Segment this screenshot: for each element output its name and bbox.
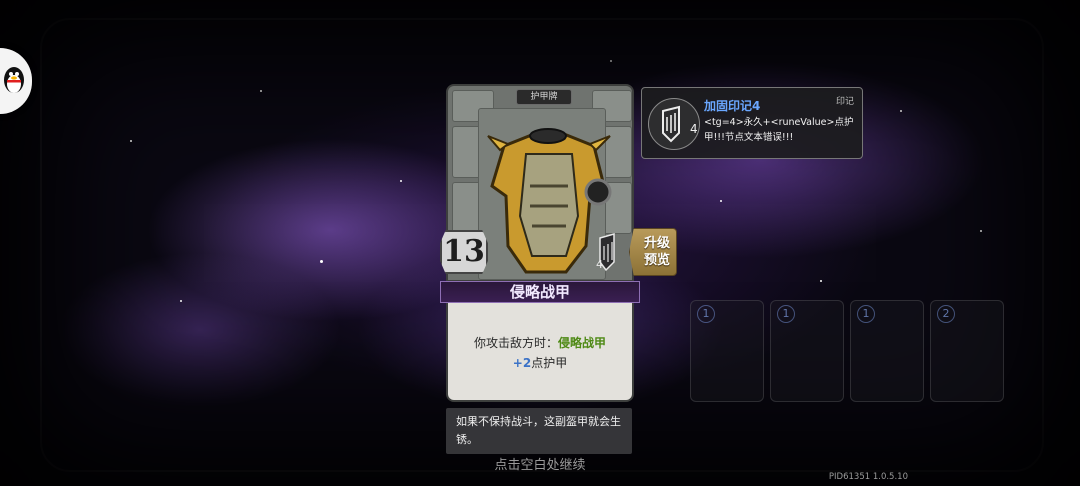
background-card: 1 xyxy=(770,300,844,402)
flavor-text-box: 如果不保持战斗，这副盔甲就会生锈。 xyxy=(446,408,632,454)
tooltip-tag: 印记 xyxy=(835,97,854,107)
tap-to-continue-hint: 点击空白处继续 xyxy=(494,458,586,473)
armor-chestplate-icon xyxy=(487,128,612,274)
card-cost-badge: 1 xyxy=(697,305,715,323)
card-cost-badge: 13 xyxy=(440,230,488,274)
flavor-text: 如果不保持战斗，这副盔甲就会生锈。 xyxy=(456,415,621,446)
card-name: 侵略战甲 xyxy=(509,283,570,301)
card-cost-badge: 1 xyxy=(777,305,795,323)
tooltip-rune-count: 4 xyxy=(690,122,698,136)
qq-penguin-icon xyxy=(4,67,24,93)
rune-count: 4 xyxy=(596,258,603,271)
card-cost-badge: 1 xyxy=(857,305,875,323)
rune-tooltip: 4 加固印记4 印记 <tg=4>永久+<runeValue>点护甲!!!节点文… xyxy=(641,87,863,159)
background-card: 1 xyxy=(690,300,764,402)
desc-suffix: 点护甲 xyxy=(531,356,568,370)
upgrade-preview-button[interactable]: 升级 预览 xyxy=(629,228,677,276)
card-description: 你攻击敌方时：侵略战甲 +2点护甲 xyxy=(458,333,622,373)
card-description-box: 你攻击敌方时：侵略战甲 +2点护甲 xyxy=(446,303,634,402)
background-card: 2 xyxy=(930,300,1004,402)
card-cost-badge: 2 xyxy=(937,305,955,323)
desc-card-name: 侵略战甲 xyxy=(558,336,607,350)
background-card: 1 xyxy=(850,300,924,402)
card-type-label: 护甲牌 xyxy=(516,89,572,105)
armor-card[interactable]: 护甲牌 13 4 侵略战甲 你攻击敌方时：侵略战甲 +2点护甲 xyxy=(440,84,640,402)
card-name-banner: 侵略战甲 xyxy=(440,281,640,303)
desc-prefix: 你攻击敌方时： xyxy=(473,336,558,350)
upgrade-preview-label: 升级 预览 xyxy=(643,236,670,268)
desc-amount: +2 xyxy=(512,356,532,370)
version-label: PID61351 1.0.5.10 xyxy=(828,472,908,482)
tooltip-body: <tg=4>永久+<runeValue>点护甲!!!节点文本错误!!! xyxy=(704,117,854,143)
tooltip-title: 加固印记4 xyxy=(704,99,761,113)
